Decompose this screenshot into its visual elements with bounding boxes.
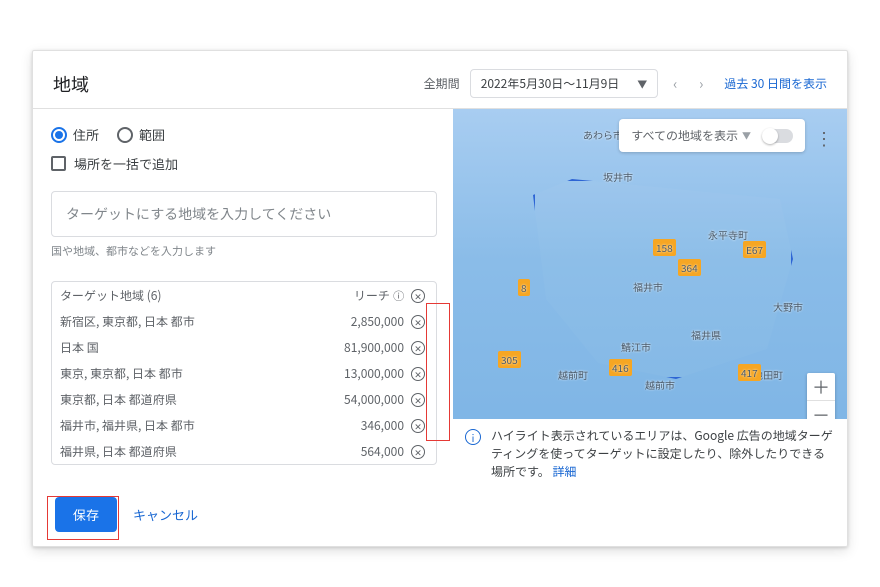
table-row-reach: 13,000,000	[330, 365, 408, 382]
map-city-label: 鯖江市	[621, 339, 651, 354]
map-city-label: 福井市	[633, 279, 663, 294]
map-city-label: 坂井市	[603, 169, 633, 184]
route-badge: 417	[738, 364, 761, 381]
remove-all-icon[interactable]: ✕	[411, 289, 425, 303]
info-icon: i	[465, 429, 481, 445]
col-location: ターゲット地域 (6)	[60, 287, 330, 304]
info-detail-link[interactable]: 詳細	[553, 463, 577, 480]
route-badge: 416	[609, 359, 632, 376]
route-badge: E67	[743, 241, 766, 258]
map-info-banner: i ハイライト表示されているエリアは、Google 広告の地域ターゲティングを使…	[453, 419, 847, 489]
radio-address[interactable]: 住所	[51, 125, 99, 144]
map-city-label: あわら市	[583, 127, 623, 142]
table-row-name: 東京, 東京都, 日本 都市	[60, 365, 330, 382]
route-badge: 8	[518, 279, 530, 296]
remove-location-icon[interactable]: ✕	[411, 445, 425, 459]
remove-location-icon[interactable]: ✕	[411, 367, 425, 381]
radio-range-label: 範囲	[139, 125, 165, 144]
chevron-down-icon: ▼	[637, 76, 647, 91]
map-city-label: 福井県	[691, 327, 721, 342]
radio-range[interactable]: 範囲	[117, 125, 165, 144]
targeted-area-polygon	[533, 179, 793, 379]
table-row-name: 日本 国	[60, 339, 330, 356]
location-search-input[interactable]: ターゲットにする地域を入力してください	[51, 191, 437, 237]
table-row-reach: 2,850,000	[330, 313, 408, 330]
help-icon[interactable]: ⓘ	[393, 288, 404, 304]
table-row-reach: 564,000	[330, 443, 408, 460]
toggle-switch[interactable]	[763, 129, 793, 143]
map-more-menu[interactable]: ⋮	[815, 125, 833, 151]
remove-location-icon[interactable]: ✕	[411, 393, 425, 407]
bulk-add-label: 場所を一括で追加	[74, 154, 178, 173]
table-row-reach: 54,000,000	[330, 391, 408, 408]
page-title: 地域	[53, 71, 89, 97]
route-badge: 305	[498, 351, 521, 368]
table-row-name: 福井県, 日本 都道府県	[60, 443, 330, 460]
table-row-name: 福井市, 福井県, 日本 都市	[60, 417, 330, 434]
col-reach: リーチⓘ	[330, 287, 408, 304]
bulk-add-checkbox[interactable]: 場所を一括で追加	[51, 154, 437, 173]
period-label: 全期間	[424, 75, 460, 92]
remove-location-icon[interactable]: ✕	[411, 419, 425, 433]
save-button[interactable]: 保存	[55, 497, 117, 532]
zoom-in-button[interactable]: ＋	[807, 373, 835, 401]
map-city-label: 大野市	[773, 299, 803, 314]
radio-address-label: 住所	[73, 125, 99, 144]
last-30-days-link[interactable]: 過去 30 日間を表示	[724, 75, 827, 92]
map-city-label: 越前市	[645, 377, 675, 392]
toggle-label: すべての地域を表示	[631, 127, 738, 144]
search-hint: 国や地域、都市などを入力します	[51, 243, 437, 259]
table-row-name: 東京都, 日本 都道府県	[60, 391, 330, 408]
table-row-reach: 346,000	[330, 417, 408, 434]
date-range-picker[interactable]: 2022年5月30日～11月9日 ▼	[470, 69, 659, 98]
caret-down-icon: ▼	[742, 129, 751, 142]
remove-location-icon[interactable]: ✕	[411, 341, 425, 355]
map-city-label: 越前町	[558, 367, 588, 382]
show-all-locations-toggle[interactable]: すべての地域を表示 ▼	[619, 119, 805, 152]
table-row-reach: 81,900,000	[330, 339, 408, 356]
date-range-value: 2022年5月30日～11月9日	[481, 75, 620, 92]
target-locations-table: ターゲット地域 (6) リーチⓘ ✕ 新宿区, 東京都, 日本 都市2,850,…	[51, 281, 437, 465]
cancel-button[interactable]: キャンセル	[133, 505, 198, 524]
route-badge: 158	[653, 239, 676, 256]
route-badge: 364	[678, 259, 701, 276]
table-row-name: 新宿区, 東京都, 日本 都市	[60, 313, 330, 330]
map-city-label: 永平寺町	[708, 227, 748, 242]
map-panel[interactable]: あわら市坂井市永平寺町福井市福井県鯖江市越前市越前町大野市池田町南越前町1583…	[453, 109, 847, 489]
remove-location-icon[interactable]: ✕	[411, 315, 425, 329]
next-period-button[interactable]: ›	[688, 74, 714, 94]
prev-period-button[interactable]: ‹	[662, 74, 688, 94]
